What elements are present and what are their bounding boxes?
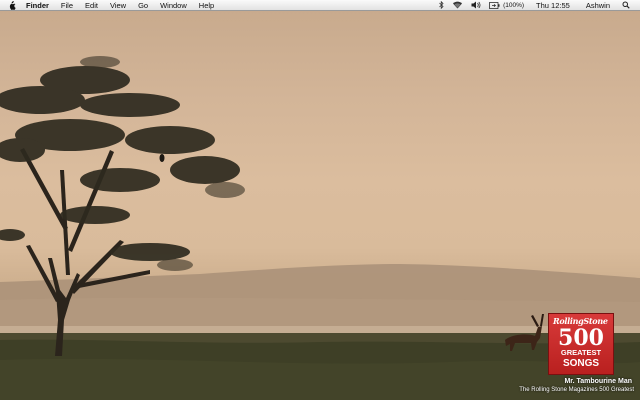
album-line2: SONGS [562,358,600,369]
user-menu[interactable]: Ashwin [578,0,618,11]
magnifier-icon[interactable] [618,1,634,9]
menu-finder[interactable]: Finder [20,0,55,11]
battery-icon [489,1,500,9]
bluetooth-icon[interactable] [435,1,448,9]
album-art[interactable]: RollingStone 500 GREATEST SONGS [548,313,614,375]
track-album: The Rolling Stone Magazines 500 Greatest [519,387,634,393]
clock[interactable]: Thu 12:55 [528,0,578,11]
menu-view[interactable]: View [104,0,132,11]
wifi-icon[interactable] [448,1,467,9]
album-number: 500 [558,325,604,351]
battery-percent: (100%) [503,1,525,9]
album-line1: GREATEST [560,348,602,357]
menu-go[interactable]: Go [132,0,154,11]
menu-bar: Finder File Edit View Go Window Help (10… [0,0,640,11]
volume-icon[interactable] [467,1,485,9]
menu-help[interactable]: Help [193,0,220,11]
desktop [0,0,640,400]
battery-status[interactable]: (100%) [485,0,528,11]
menu-file[interactable]: File [55,0,79,11]
apple-logo-icon[interactable] [4,0,20,11]
track-title: Mr. Tambourine Man [564,378,632,385]
menu-window[interactable]: Window [154,0,193,11]
wallpaper-savanna-image [0,56,640,400]
menu-edit[interactable]: Edit [79,0,104,11]
